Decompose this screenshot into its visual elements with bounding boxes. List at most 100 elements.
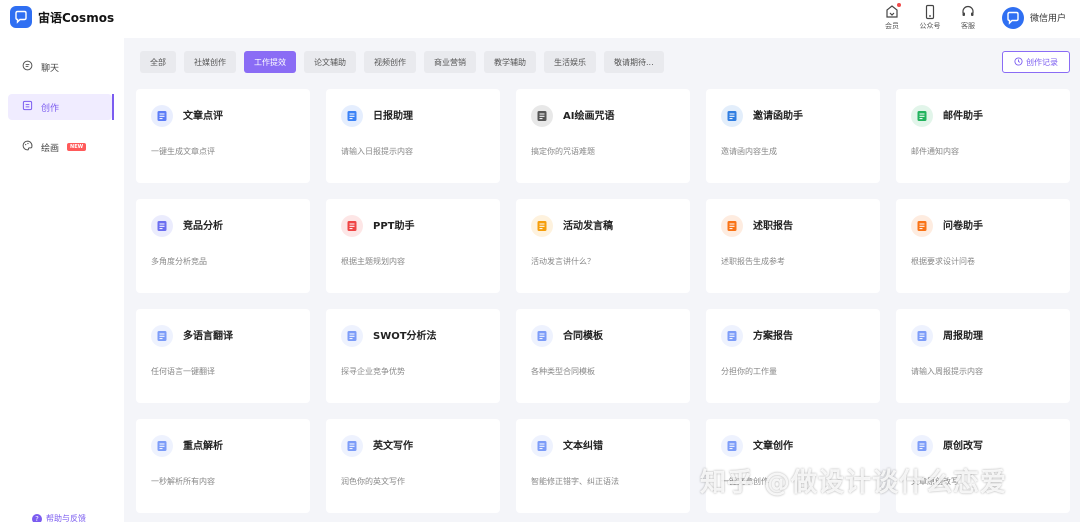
card-description: 润色你的英文写作 (341, 477, 405, 486)
tab-work-efficiency[interactable]: 工作提效 (244, 51, 296, 73)
sidebar-item-create[interactable]: 创作 (8, 94, 114, 120)
card-description: 述职报告生成参考 (721, 257, 785, 266)
card-title: 邮件助手 (943, 111, 983, 122)
card-description: 请输入周报提示内容 (911, 367, 983, 376)
tool-card[interactable]: 英文写作润色你的英文写作 (326, 419, 500, 513)
watermark: 知乎 @做设计谈什么恋爱 (700, 468, 1008, 498)
palette-icon (22, 140, 33, 154)
create-icon (22, 100, 33, 114)
card-title: 原创改写 (943, 441, 983, 452)
questionnaire-icon (911, 215, 933, 237)
category-tabs: 全部 社媒创作 工作提效 论文辅助 视频创作 商业营销 教学辅助 生活娱乐 敬请… (140, 51, 664, 73)
tool-card[interactable]: 多语言翻译 任何语言一键翻译 (136, 309, 310, 403)
card-title: 活动发言稿 (563, 221, 613, 232)
card-description: 请输入日报提示内容 (341, 147, 413, 156)
tool-card[interactable]: 合同模板 各种类型合同模板 (516, 309, 690, 403)
phone-icon (922, 4, 938, 20)
tab-all[interactable]: 全部 (140, 51, 176, 73)
card-title: 合同模板 (563, 331, 603, 342)
presentation-icon (341, 215, 363, 237)
card-title: SWOT分析法 (373, 331, 437, 342)
tab-paper[interactable]: 论文辅助 (304, 51, 356, 73)
brand[interactable]: 宙语Cosmos (10, 6, 114, 28)
official-account-label: 公众号 (919, 22, 941, 30)
card-title: AI绘画咒语 (563, 111, 615, 122)
tab-social-media[interactable]: 社媒创作 (184, 51, 236, 73)
card-title: 述职报告 (753, 221, 793, 232)
card-title: 竞品分析 (183, 221, 223, 232)
team-icon (341, 325, 363, 347)
help-label: 帮助与反馈 (46, 514, 86, 522)
speech-bubble-icon (531, 215, 553, 237)
card-description: 一键生成文章点评 (151, 147, 215, 156)
card-description: 邮件通知内容 (911, 147, 959, 156)
tool-card[interactable]: 活动发言稿 活动发言讲什么？ (516, 199, 690, 293)
tool-card[interactable]: 重点解析 一秒解析所有内容 (136, 419, 310, 513)
user-name: 微信用户 (1029, 14, 1066, 24)
help-feedback-link[interactable]: ? 帮助与反馈 (32, 513, 86, 522)
creation-history-label: 创作记录 (1026, 57, 1058, 67)
card-title: 方案报告 (753, 331, 793, 342)
card-description: 智能修正错字、纠正语法 (531, 477, 619, 486)
tool-card[interactable]: 竞品分析 多角度分析竞品 (136, 199, 310, 293)
card-title: 周报助理 (943, 331, 983, 342)
card-description: 邀请函内容生成 (721, 147, 777, 156)
clock-icon (1014, 56, 1023, 68)
tab-lifestyle[interactable]: 生活娱乐 (544, 51, 596, 73)
tool-card[interactable]: 方案报告分担你的工作量 (706, 309, 880, 403)
notification-dot (896, 3, 901, 7)
tab-teaching[interactable]: 教学辅助 (484, 51, 536, 73)
user-menu[interactable]: 微信用户 (1001, 6, 1066, 29)
vip-label: 会员 (884, 22, 899, 30)
rewrite-icon (911, 435, 933, 457)
card-title: 问卷助手 (943, 221, 983, 232)
globe-stand-icon (151, 435, 173, 457)
card-description: 分担你的工作量 (721, 367, 777, 376)
pen-icon (341, 435, 363, 457)
tab-marketing[interactable]: 商业营销 (424, 51, 476, 73)
new-badge: NEW (67, 143, 87, 151)
report-star-icon (721, 215, 743, 237)
card-title: 重点解析 (183, 441, 223, 452)
text-check-icon (531, 435, 553, 457)
creation-history-button[interactable]: 创作记录 (1002, 51, 1070, 73)
tab-video[interactable]: 视频创作 (364, 51, 416, 73)
chat-icon (22, 60, 33, 74)
tab-coming-soon[interactable]: 敬请期待... (604, 51, 664, 73)
card-title: 邀请函助手 (753, 111, 803, 122)
app-logo-icon (10, 6, 32, 28)
card-title: 英文写作 (373, 441, 413, 452)
card-title: 文章点评 (183, 111, 223, 122)
card-title: PPT助手 (373, 221, 415, 232)
tool-card[interactable]: 述职报告述职报告生成参考 (706, 199, 880, 293)
sidebar-item-paint[interactable]: 绘画 NEW (8, 134, 112, 160)
tool-card[interactable]: 文章点评一键生成文章点评 (136, 89, 310, 183)
sidebar-item-label: 绘画 (41, 143, 60, 154)
headset-icon (960, 4, 976, 20)
tool-card[interactable]: 周报助理请输入周报提示内容 (896, 309, 1070, 403)
sidebar-item-label: 创作 (41, 103, 60, 114)
tool-card[interactable]: 日报助理请输入日报提示内容 (326, 89, 500, 183)
sidebar: 聊天 创作 绘画 NEW ? 帮助与反馈 (0, 38, 124, 522)
official-account-button[interactable]: 公众号 (918, 4, 942, 31)
tool-card[interactable]: PPT助手根据主题规划内容 (326, 199, 500, 293)
card-description: 任何语言一键翻译 (151, 367, 215, 376)
tool-card[interactable]: 邮件助手邮件通知内容 (896, 89, 1070, 183)
tool-card[interactable]: 问卷助手 根据要求设计问卷 (896, 199, 1070, 293)
vip-button[interactable]: 会员 (880, 3, 904, 31)
doc-review-icon (151, 105, 173, 127)
customer-service-label: 客服 (960, 22, 975, 30)
card-title: 文章创作 (753, 441, 793, 452)
customer-service-button[interactable]: 客服 (956, 4, 980, 31)
card-description: 根据主题规划内容 (341, 257, 405, 266)
tool-card[interactable]: AI绘画咒语 搞定你的咒语难题 (516, 89, 690, 183)
help-icon: ? (32, 513, 42, 522)
sidebar-item-chat[interactable]: 聊天 (8, 54, 112, 80)
card-title: 日报助理 (373, 111, 413, 122)
tool-card[interactable]: SWOT分析法 探寻企业竞争优势 (326, 309, 500, 403)
article-write-icon (721, 435, 743, 457)
plan-report-icon (721, 325, 743, 347)
tool-card[interactable]: 文本纠错 智能修正错字、纠正语法 (516, 419, 690, 513)
mail-icon (911, 105, 933, 127)
tool-card[interactable]: 邀请函助手邀请函内容生成 (706, 89, 880, 183)
